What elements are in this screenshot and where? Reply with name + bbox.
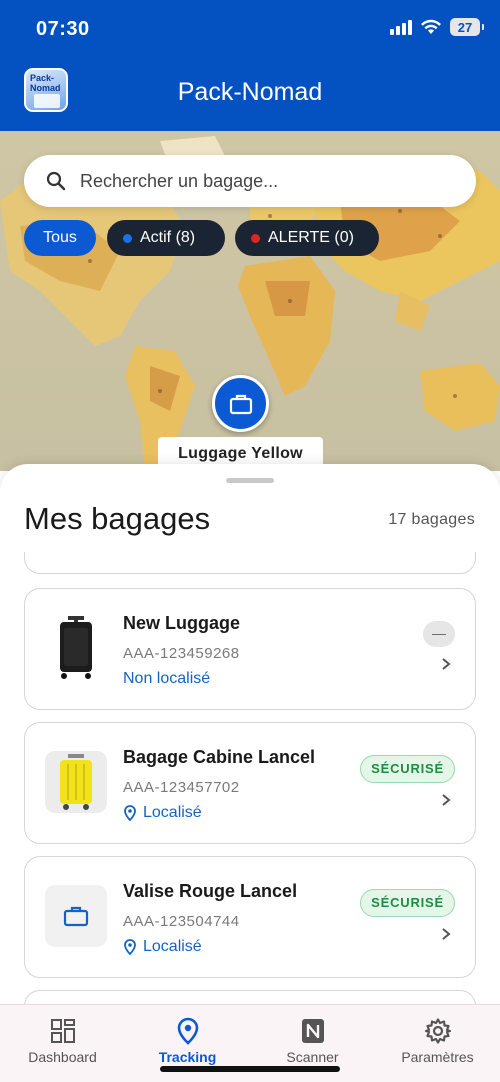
chevron-right-icon	[442, 928, 451, 940]
luggage-name: New Luggage	[123, 613, 241, 633]
gear-icon	[424, 1018, 452, 1044]
wifi-icon	[421, 19, 441, 34]
location-status-label: Non localisé	[123, 670, 211, 687]
app-header: 07:30 27 Pack- Nomad Pack-Nomad	[0, 0, 500, 131]
filter-alert[interactable]: ALERTE (0)	[235, 220, 379, 256]
status-badge: SÉCURISÉ	[360, 889, 455, 917]
search-icon	[46, 171, 66, 191]
yellow-suitcase-image	[60, 754, 92, 810]
list-item[interactable]: New Luggage AAA-123459268 Non localisé —	[24, 588, 476, 710]
luggage-map-marker[interactable]	[212, 375, 269, 432]
luggage-id: AAA-123459268	[123, 645, 240, 662]
home-indicator	[160, 1066, 340, 1072]
nav-dashboard[interactable]: Dashboard	[0, 1005, 125, 1082]
luggage-bottom-sheet: Mes bagages 17 bagages New Luggage AAA-1…	[0, 464, 500, 1082]
nav-scanner-label: Scanner	[286, 1049, 339, 1065]
luggage-count: 17 bagages	[388, 511, 475, 528]
active-dot-icon	[123, 233, 132, 243]
sheet-drag-handle[interactable]	[226, 478, 274, 483]
location-pin-icon	[124, 805, 136, 821]
status-badge: SÉCURISÉ	[360, 755, 455, 783]
signal-icon	[390, 19, 412, 35]
list-item[interactable]: Bagage Cabine Lancel AAA-123457702 Local…	[24, 722, 476, 844]
filter-all-label: Tous	[43, 229, 77, 246]
nfc-icon	[302, 1019, 324, 1043]
luggage-id: AAA-123457702	[123, 779, 240, 796]
search-bar[interactable]: Rechercher un bagage...	[24, 155, 476, 207]
luggage-name: Valise Rouge Lancel	[123, 881, 298, 901]
luggage-thumbnail	[45, 751, 107, 813]
list-item[interactable]	[24, 552, 476, 574]
dashboard-icon	[51, 1019, 75, 1043]
nav-tracking-label: Tracking	[158, 1049, 217, 1065]
status-badge: —	[423, 621, 455, 647]
location-status: Non localisé	[123, 670, 210, 688]
location-pin-icon	[177, 1017, 199, 1045]
location-status-label: Localisé	[143, 804, 202, 821]
luggage-thumbnail	[45, 885, 107, 947]
luggage-name: Bagage Cabine Lancel	[123, 747, 316, 767]
nav-dashboard-label: Dashboard	[28, 1049, 97, 1065]
briefcase-icon	[63, 906, 89, 927]
search-input[interactable]: Rechercher un bagage...	[80, 155, 460, 207]
location-pin-icon	[124, 939, 136, 955]
nav-settings[interactable]: Paramètres	[375, 1005, 500, 1082]
location-status: Localisé	[123, 938, 202, 956]
location-status: Localisé	[123, 804, 202, 822]
filter-all[interactable]: Tous	[24, 220, 96, 256]
battery-icon: 27	[450, 18, 484, 36]
chevron-right-icon	[442, 794, 451, 806]
filter-active-label: Actif (8)	[140, 229, 196, 246]
black-suitcase-image	[60, 616, 92, 679]
status-icons: 27	[390, 18, 484, 36]
filter-active[interactable]: Actif (8)	[107, 220, 225, 256]
alert-dot-icon	[251, 233, 260, 243]
location-status-label: Localisé	[143, 938, 202, 955]
list-item[interactable]: Valise Rouge Lancel AAA-123504744 Locali…	[24, 856, 476, 978]
luggage-id: AAA-123504744	[123, 913, 240, 930]
list-item[interactable]	[24, 990, 476, 1004]
luggage-list[interactable]: New Luggage AAA-123459268 Non localisé —	[0, 552, 500, 1004]
luggage-thumbnail	[45, 616, 107, 679]
nav-settings-label: Paramètres	[401, 1049, 474, 1065]
briefcase-icon	[229, 394, 252, 414]
status-time: 07:30	[36, 18, 90, 40]
filter-alert-label: ALERTE (0)	[268, 229, 354, 246]
chevron-right-icon	[442, 658, 451, 670]
sheet-title: Mes bagages	[24, 501, 211, 536]
page-title: Pack-Nomad	[177, 78, 323, 106]
